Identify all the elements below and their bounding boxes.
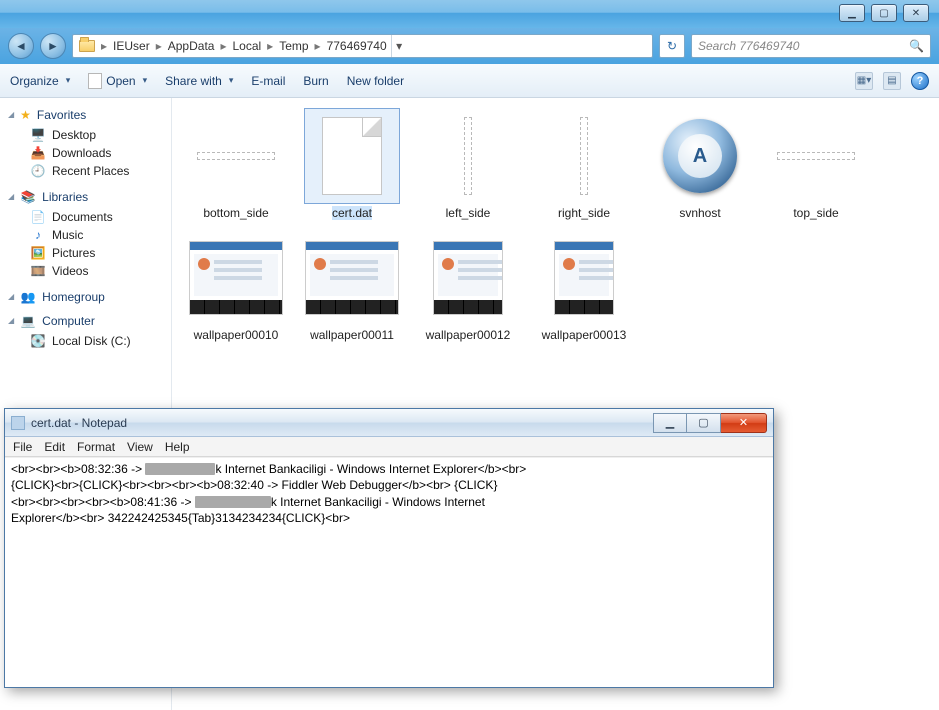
help-button[interactable]: ? — [911, 72, 929, 90]
image-thumb — [305, 241, 399, 315]
libraries-icon: 📚 — [20, 190, 36, 204]
menu-format[interactable]: Format — [77, 440, 115, 454]
recent-icon: 🕘 — [30, 164, 46, 178]
file-item[interactable]: wallpaper00011 — [298, 230, 406, 342]
redaction — [145, 463, 215, 475]
star-icon: ★ — [20, 108, 31, 122]
search-placeholder: Search 776469740 — [698, 39, 799, 53]
menu-file[interactable]: File — [13, 440, 32, 454]
breadcrumb[interactable]: Temp — [279, 39, 308, 53]
refresh-button[interactable]: ↻ — [659, 34, 685, 58]
new-folder-button[interactable]: New folder — [347, 74, 404, 88]
homegroup-icon: 👥 — [20, 290, 36, 304]
sidebar-item-music[interactable]: ♪Music — [8, 226, 171, 244]
file-item[interactable]: top_side — [762, 108, 870, 220]
search-icon: 🔍 — [909, 39, 924, 53]
document-icon — [88, 73, 102, 89]
drive-icon: 💽 — [30, 334, 46, 348]
computer-icon: 💻 — [20, 314, 36, 328]
image-thumb — [580, 117, 588, 195]
breadcrumb[interactable]: AppData — [168, 39, 215, 53]
documents-icon: 📄 — [30, 210, 46, 224]
document-icon — [322, 117, 382, 195]
videos-icon: 🎞️ — [30, 264, 46, 278]
menu-edit[interactable]: Edit — [44, 440, 65, 454]
pictures-icon: 🖼️ — [30, 246, 46, 260]
sidebar-item-videos[interactable]: 🎞️Videos — [8, 262, 171, 280]
address-bar[interactable]: ▸ IEUser▸ AppData▸ Local▸ Temp▸ 77646974… — [72, 34, 653, 58]
file-item[interactable]: wallpaper00013 — [530, 230, 638, 342]
sidebar-item-documents[interactable]: 📄Documents — [8, 208, 171, 226]
breadcrumb[interactable]: Local — [232, 39, 261, 53]
image-thumb — [197, 152, 275, 160]
breadcrumb[interactable]: 776469740 — [327, 39, 387, 53]
menu-view[interactable]: View — [127, 440, 153, 454]
notepad-maximize-button[interactable]: ▢ — [687, 413, 721, 433]
notepad-close-button[interactable]: ✕ — [721, 413, 767, 433]
explorer-titlebar: ▁ ▢ ✕ — [0, 0, 939, 28]
sidebar-item-recent[interactable]: 🕘Recent Places — [8, 162, 171, 180]
image-thumb — [554, 241, 614, 315]
address-dropdown[interactable]: ▾ — [391, 35, 407, 57]
file-item[interactable]: left_side — [414, 108, 522, 220]
music-icon: ♪ — [30, 228, 46, 242]
notepad-text-area[interactable]: <br><br><b>08:32:36 -> k Internet Bankac… — [5, 457, 773, 687]
notepad-menubar: File Edit Format View Help — [5, 437, 773, 457]
search-input[interactable]: Search 776469740 🔍 — [691, 34, 931, 58]
burn-button[interactable]: Burn — [303, 74, 328, 88]
open-button[interactable]: Open — [88, 73, 147, 89]
explorer-minimize-button[interactable]: ▁ — [839, 4, 865, 22]
folder-icon — [79, 40, 95, 52]
redaction — [195, 496, 271, 508]
file-item[interactable]: right_side — [530, 108, 638, 220]
back-button[interactable]: ◄ — [8, 33, 34, 59]
favorites-header[interactable]: ★Favorites — [8, 108, 171, 122]
file-item[interactable]: Asvnhost — [646, 108, 754, 220]
file-item[interactable]: bottom_side — [182, 108, 290, 220]
desktop-icon: 🖥️ — [30, 128, 46, 142]
file-item-selected[interactable]: cert.dat — [298, 108, 406, 220]
sidebar-item-pictures[interactable]: 🖼️Pictures — [8, 244, 171, 262]
homegroup-header[interactable]: 👥Homegroup — [8, 290, 171, 304]
breadcrumb[interactable]: IEUser — [113, 39, 150, 53]
app-icon: A — [663, 119, 737, 193]
sidebar-item-desktop[interactable]: 🖥️Desktop — [8, 126, 171, 144]
forward-button[interactable]: ► — [40, 33, 66, 59]
notepad-icon — [11, 416, 25, 430]
computer-header[interactable]: 💻Computer — [8, 314, 171, 328]
image-thumb — [777, 152, 855, 160]
libraries-header[interactable]: 📚Libraries — [8, 190, 171, 204]
notepad-window: cert.dat - Notepad ▁ ▢ ✕ File Edit Forma… — [4, 408, 774, 688]
explorer-navbar: ◄ ► ▸ IEUser▸ AppData▸ Local▸ Temp▸ 7764… — [0, 28, 939, 64]
sidebar-item-localdisk[interactable]: 💽Local Disk (C:) — [8, 332, 171, 350]
explorer-toolbar: Organize Open Share with E-mail Burn New… — [0, 64, 939, 98]
menu-help[interactable]: Help — [165, 440, 190, 454]
notepad-title: cert.dat - Notepad — [31, 416, 127, 430]
organize-button[interactable]: Organize — [10, 74, 70, 88]
image-thumb — [464, 117, 472, 195]
notepad-minimize-button[interactable]: ▁ — [653, 413, 687, 433]
file-item[interactable]: wallpaper00012 — [414, 230, 522, 342]
image-thumb — [433, 241, 503, 315]
image-thumb — [189, 241, 283, 315]
explorer-maximize-button[interactable]: ▢ — [871, 4, 897, 22]
downloads-icon: 📥 — [30, 146, 46, 160]
email-button[interactable]: E-mail — [251, 74, 285, 88]
file-item[interactable]: wallpaper00010 — [182, 230, 290, 342]
view-options-button[interactable]: ▦▾ — [855, 72, 873, 90]
explorer-close-button[interactable]: ✕ — [903, 4, 929, 22]
preview-pane-button[interactable]: ▤ — [883, 72, 901, 90]
sidebar-item-downloads[interactable]: 📥Downloads — [8, 144, 171, 162]
share-with-button[interactable]: Share with — [165, 74, 233, 88]
notepad-titlebar[interactable]: cert.dat - Notepad ▁ ▢ ✕ — [5, 409, 773, 437]
